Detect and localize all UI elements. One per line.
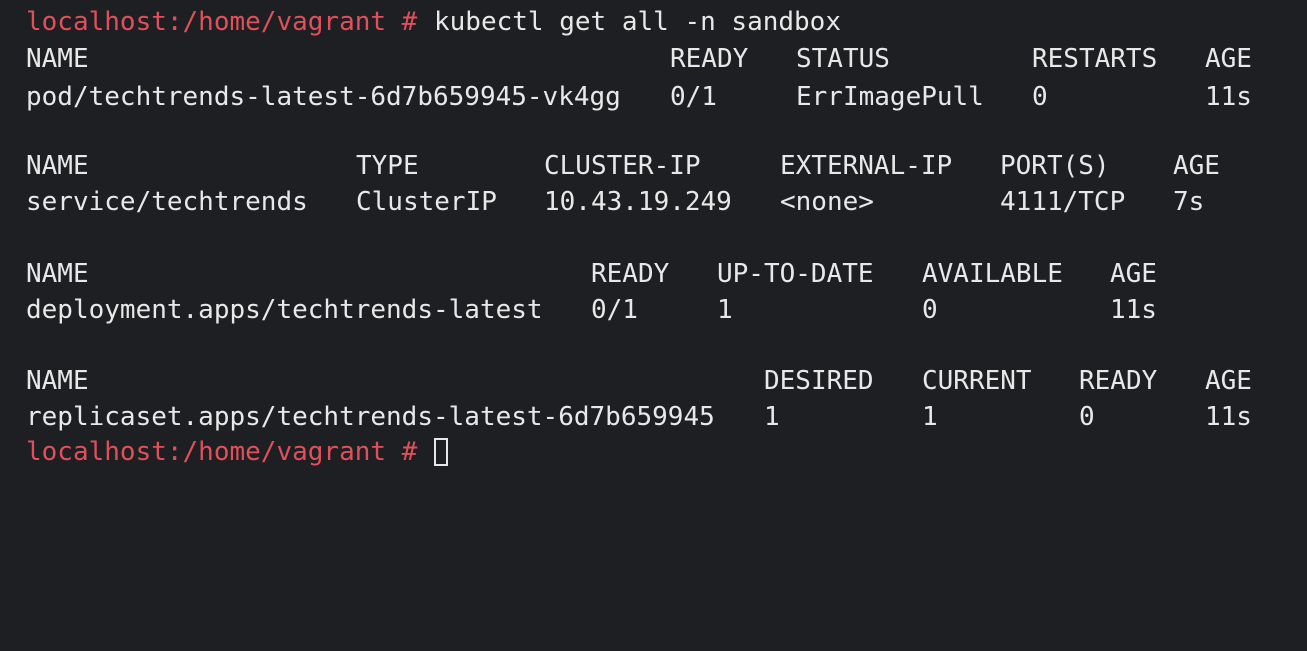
pod-status: ErrImagePull (796, 82, 984, 112)
command-line: localhost:/home/vagrant # kubectl get al… (26, 4, 841, 40)
services-header-name: NAME (26, 151, 89, 181)
replicasets-header-age: AGE (1205, 366, 1252, 396)
replicaset-current: 1 (922, 402, 938, 432)
pods-header-status: STATUS (796, 44, 890, 74)
services-header-age: AGE (1173, 151, 1220, 181)
service-ports: 4111/TCP (1000, 187, 1126, 217)
shell-prompt: localhost:/home/vagrant # (26, 7, 418, 37)
deployments-row: deployment.apps/techtrends-latest 0/1 1 … (26, 292, 1157, 328)
services-header-type: TYPE (356, 151, 419, 181)
service-cluster-ip: 10.43.19.249 (544, 187, 732, 217)
deployments-header-available: AVAILABLE (922, 259, 1063, 289)
shell-prompt-current: localhost:/home/vagrant # (26, 437, 418, 467)
deployment-age: 11s (1110, 295, 1157, 325)
deployments-header-name: NAME (26, 259, 89, 289)
services-header-ports: PORT(S) (1000, 151, 1110, 181)
deployment-ready: 0/1 (591, 295, 638, 325)
replicaset-age: 11s (1205, 402, 1252, 432)
pods-row: pod/techtrends-latest-6d7b659945-vk4gg 0… (26, 79, 1252, 115)
deployments-header-up-to-date: UP-TO-DATE (717, 259, 874, 289)
pod-age: 11s (1205, 82, 1252, 112)
pods-header-restarts: RESTARTS (1032, 44, 1158, 74)
deployments-header-age: AGE (1110, 259, 1157, 289)
deployment-up-to-date: 1 (717, 295, 733, 325)
pod-restarts: 0 (1032, 82, 1048, 112)
command-text: kubectl get all -n sandbox (434, 7, 841, 37)
pod-name: pod/techtrends-latest-6d7b659945-vk4gg (26, 82, 621, 112)
service-age: 7s (1173, 187, 1205, 217)
deployments-header-row: NAME READY UP-TO-DATE AVAILABLE AGE (26, 256, 1157, 292)
services-header-cluster-ip: CLUSTER-IP (544, 151, 701, 181)
terminal-window[interactable]: localhost:/home/vagrant # kubectl get al… (0, 0, 1307, 471)
pods-header-name: NAME (26, 44, 89, 74)
replicaset-desired: 1 (764, 402, 780, 432)
active-prompt-line[interactable]: localhost:/home/vagrant # (26, 434, 448, 470)
pod-ready: 0/1 (670, 82, 717, 112)
services-row: service/techtrends ClusterIP 10.43.19.24… (26, 184, 1204, 220)
service-type: ClusterIP (356, 187, 497, 217)
deployment-available: 0 (922, 295, 938, 325)
replicasets-header-name: NAME (26, 366, 89, 396)
services-header-row: NAME TYPE CLUSTER-IP EXTERNAL-IP PORT(S)… (26, 148, 1220, 184)
replicasets-header-desired: DESIRED (764, 366, 874, 396)
replicasets-header-current: CURRENT (922, 366, 1032, 396)
services-header-external-ip: EXTERNAL-IP (780, 151, 953, 181)
pods-header-age: AGE (1205, 44, 1252, 74)
deployments-header-ready: READY (591, 259, 670, 289)
replicaset-name: replicaset.apps/techtrends-latest-6d7b65… (26, 402, 715, 432)
pods-header-row: NAME READY STATUS RESTARTS AGE (26, 41, 1252, 77)
replicasets-header-row: NAME DESIRED CURRENT READY AGE (26, 363, 1252, 399)
service-external-ip: <none> (780, 187, 874, 217)
pods-header-ready: READY (670, 44, 749, 74)
service-name: service/techtrends (26, 187, 308, 217)
replicasets-row: replicaset.apps/techtrends-latest-6d7b65… (26, 399, 1252, 435)
replicaset-ready: 0 (1079, 402, 1095, 432)
text-cursor[interactable] (434, 438, 448, 466)
replicasets-header-ready: READY (1079, 366, 1158, 396)
deployment-name: deployment.apps/techtrends-latest (26, 295, 543, 325)
